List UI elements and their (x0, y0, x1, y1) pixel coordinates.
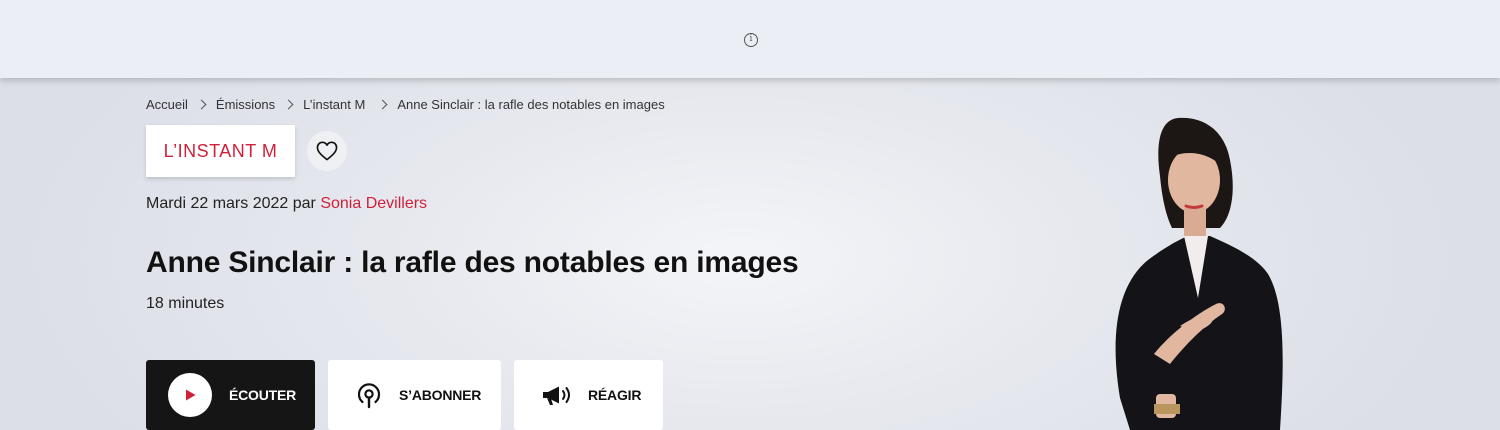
listen-label: Écouter (229, 387, 297, 403)
listen-button[interactable]: Écouter (146, 360, 315, 430)
heart-icon (316, 141, 338, 161)
episode-title: Anne Sinclair : la rafle des notables en… (146, 246, 799, 279)
play-icon (168, 373, 212, 417)
info-icon[interactable]: i (744, 33, 758, 47)
subscribe-label: S’abonner (399, 387, 482, 403)
breadcrumb-item-home[interactable]: Accueil (146, 97, 188, 112)
podcast-icon (357, 383, 381, 409)
breadcrumb-item-emissions[interactable]: Émissions (216, 97, 275, 112)
host-portrait (1115, 117, 1283, 430)
chevron-right-icon (379, 98, 387, 112)
breadcrumb-item-show[interactable]: L’instant M (303, 97, 365, 112)
react-label: Réagir (588, 387, 642, 403)
episode-by: par (292, 195, 316, 212)
chevron-right-icon (285, 98, 293, 112)
favorite-button[interactable] (307, 131, 347, 171)
subscribe-button[interactable]: S’abonner (328, 360, 501, 430)
episode-date: Mardi 22 mars 2022 (146, 195, 289, 212)
chevron-right-icon (198, 98, 206, 112)
ad-banner: i (0, 0, 1500, 78)
react-button[interactable]: Réagir (514, 360, 663, 430)
breadcrumb-item-current: Anne Sinclair : la rafle des notables en… (397, 97, 665, 112)
megaphone-icon (543, 386, 570, 405)
breadcrumb: Accueil Émissions L’instant M Anne Sincl… (146, 97, 665, 112)
episode-duration: 18 minutes (146, 295, 225, 312)
author-link[interactable]: Sonia Devillers (320, 195, 427, 212)
show-tag-link[interactable]: L’INSTANT M (146, 125, 295, 177)
episode-hero: Accueil Émissions L’instant M Anne Sincl… (0, 78, 1500, 430)
episode-meta: Mardi 22 mars 2022 par Sonia Devillers (146, 195, 427, 213)
